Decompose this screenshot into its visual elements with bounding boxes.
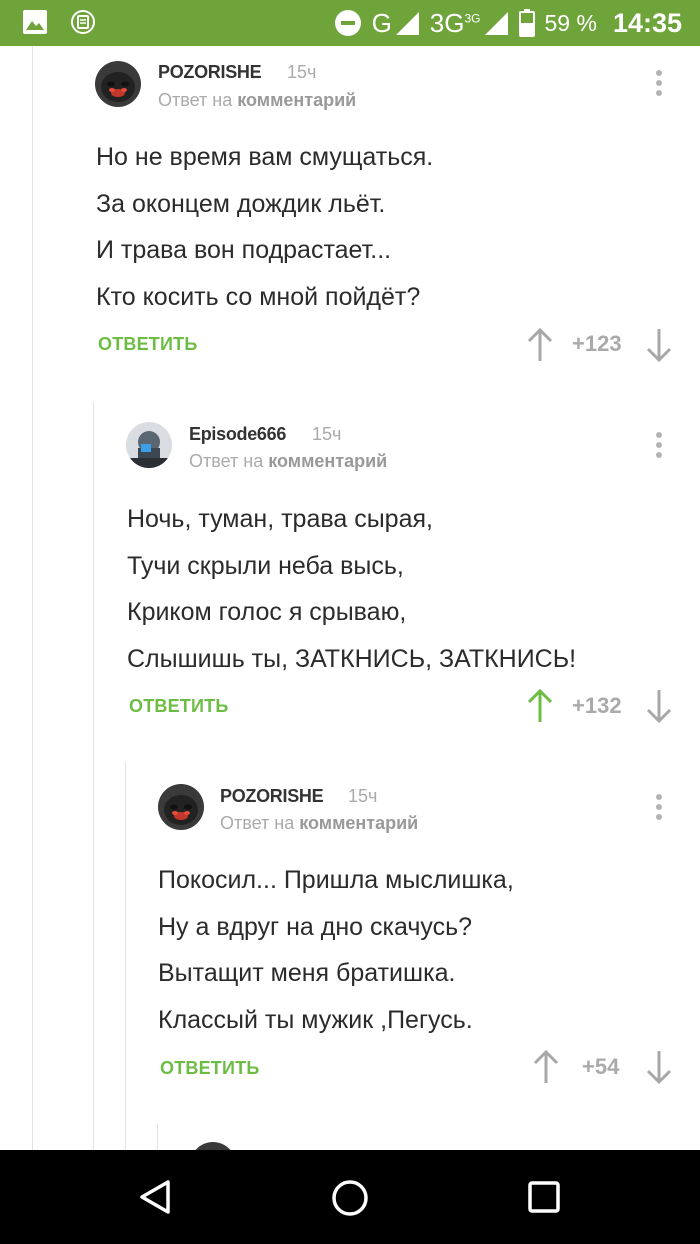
comment-line: Классый ты мужик ,Пегусь.	[158, 1005, 473, 1034]
comment-rating: +54	[582, 1054, 620, 1079]
network-type-3g: 3G3G	[430, 8, 481, 39]
reply-to-info: Ответ на комментарий	[220, 813, 418, 834]
gallery-icon	[23, 10, 47, 34]
comment-author[interactable]: POZORISHE	[220, 786, 324, 807]
comment-line: Ну а вдруг на дно скачусь?	[158, 912, 473, 941]
avatar-image	[158, 784, 204, 830]
signal-icon-3g	[484, 12, 508, 35]
comment-line: Вытащит меня братишка.	[158, 959, 456, 987]
comments-thread[interactable]: POZORISHE 15ч Ответ на комментарий Но не…	[0, 46, 700, 1150]
signal-icon	[395, 12, 419, 35]
battery-icon	[518, 9, 535, 37]
comment-line: Покосил... Пришла мыслишка,	[158, 866, 514, 894]
reply-to-prefix: Ответ на	[220, 813, 295, 833]
comment-text: Покосил... Пришла мыслишка, Ну а вдруг н…	[158, 857, 514, 1043]
reply-button[interactable]: ОТВЕТИТЬ	[160, 1058, 259, 1079]
next-comment-avatar[interactable]	[190, 1142, 236, 1150]
back-icon[interactable]	[138, 1179, 174, 1215]
avatar[interactable]	[158, 784, 204, 830]
more-options-icon[interactable]	[654, 794, 664, 828]
network-3g-label: 3G	[429, 7, 465, 38]
app-notification-icon	[71, 10, 95, 34]
downvote-arrow-icon[interactable]	[645, 1050, 673, 1084]
network-3g-superscript: 3G	[464, 10, 481, 25]
home-icon[interactable]	[331, 1179, 369, 1217]
recents-icon[interactable]	[528, 1181, 560, 1213]
thread-line	[157, 1124, 158, 1150]
battery-percent: 59 %	[544, 9, 597, 36]
upvote-arrow-icon[interactable]	[532, 1050, 560, 1084]
comment-time: 15ч	[348, 786, 378, 806]
network-type-g: G	[371, 7, 392, 38]
navigation-bar	[0, 1150, 700, 1244]
reply-to-link[interactable]: комментарий	[299, 813, 418, 833]
clock: 14:35	[612, 7, 682, 38]
status-bar: G 3G3G 59 % 14:35	[0, 0, 700, 46]
do-not-disturb-icon	[334, 10, 361, 36]
comment: POZORISHE 15ч Ответ на комментарий Покос…	[0, 46, 700, 1106]
